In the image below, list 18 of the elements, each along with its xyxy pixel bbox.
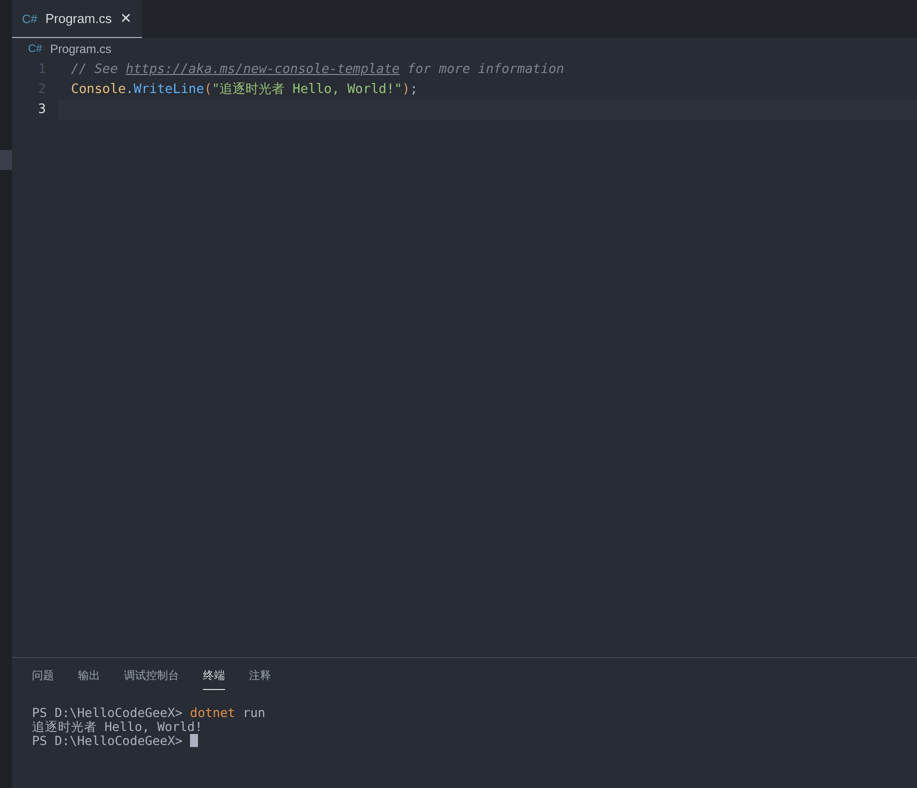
panel-tab[interactable]: 输出 — [78, 668, 100, 690]
terminal-line: 追逐时光者 Hello, World! — [32, 720, 202, 734]
line-number: 3 — [37, 101, 47, 120]
code-line: Console.WriteLine("追逐时光者 Hello, World!"); — [71, 81, 418, 100]
tab-label: Program.cs — [45, 10, 112, 28]
panel-tab[interactable]: 调试控制台 — [124, 668, 179, 690]
panel-tab[interactable]: 注释 — [249, 668, 271, 690]
editor-tab[interactable]: C# Program.cs ✕ — [12, 0, 142, 38]
scroll-marker — [0, 150, 12, 170]
terminal-line: PS D:\HelloCodeGeeX> dotnet run — [32, 706, 266, 720]
panel-tab[interactable]: 终端 — [203, 668, 225, 690]
terminal-line: PS D:\HelloCodeGeeX> — [32, 734, 184, 748]
csharp-icon: C# — [28, 40, 42, 58]
code-line: // See https://aka.ms/new-console-template for more information — [71, 61, 564, 80]
breadcrumb-item[interactable]: Program.cs — [50, 40, 112, 58]
panel-tab[interactable]: 问题 — [32, 668, 54, 690]
csharp-icon: C# — [22, 10, 38, 28]
close-icon[interactable]: ✕ — [120, 8, 132, 29]
